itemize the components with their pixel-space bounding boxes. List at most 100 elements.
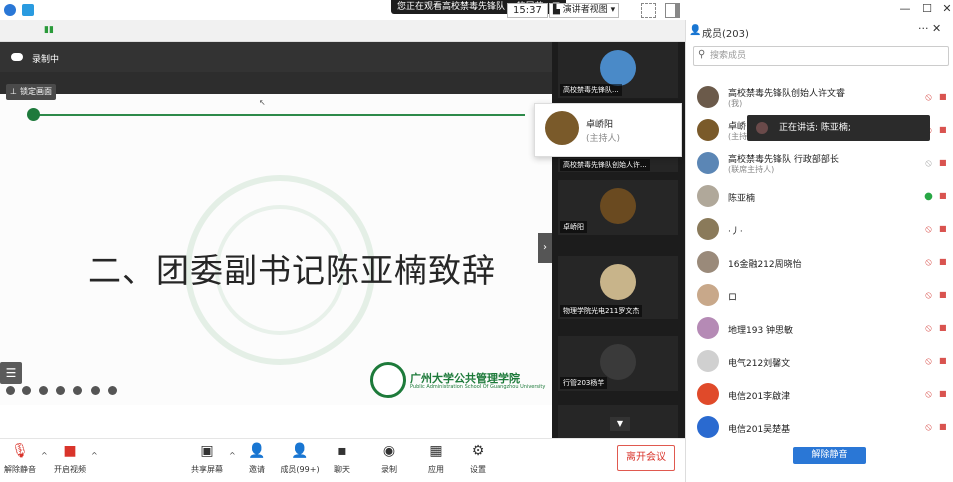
invite-button[interactable]: 👤 邀请 (235, 442, 279, 475)
video-tile[interactable]: 行管203杨芊 (558, 336, 678, 391)
camera-off-icon[interactable]: ■ (939, 389, 950, 398)
chevron-down-icon: ▾ (607, 5, 616, 15)
pointer-icon[interactable] (22, 386, 31, 395)
camera-off-icon[interactable]: ■ (939, 125, 950, 134)
more-icon[interactable]: ··· ✕ (918, 22, 941, 35)
leave-meeting-button[interactable]: 离开会议 (617, 445, 675, 471)
lock-screen-button[interactable]: ⊥ 锁定画面 (6, 84, 56, 100)
member-name: 电信201李啟津 (728, 392, 791, 402)
share-screen-button[interactable]: ▣ 共享屏幕 (185, 442, 229, 475)
camera-off-icon[interactable]: ■ (939, 290, 950, 299)
mic-icon[interactable]: ● (923, 190, 934, 203)
member-role: (主持 (728, 132, 748, 141)
mic-muted-icon[interactable]: ⦸ (923, 223, 934, 236)
select-icon[interactable] (56, 386, 65, 395)
camera-off-icon[interactable]: ■ (939, 191, 950, 200)
tile-name: 高校禁毒先锋队... (560, 84, 622, 96)
close-icon[interactable]: ✕ (940, 2, 953, 16)
member-search-input[interactable] (710, 49, 940, 63)
avatar (697, 86, 719, 108)
member-row[interactable]: 电信201吴楚基 ⦸ ■ (693, 411, 953, 444)
avatar (697, 383, 719, 405)
start-video-button[interactable]: ■ 开启视频 (48, 442, 92, 475)
fullscreen-icon[interactable] (641, 3, 656, 18)
info-icon[interactable] (4, 4, 16, 16)
apps-button[interactable]: ▦ 应用 (414, 442, 458, 475)
member-row[interactable]: 16金融212周晓怡 ⦸ ■ (693, 246, 953, 279)
video-tile[interactable]: 物理学院光电211罗文杰 (558, 256, 678, 319)
apps-label: 应用 (428, 465, 444, 474)
member-row[interactable]: ·丿· ⦸ ■ (693, 213, 953, 246)
mic-muted-icon[interactable]: ⦸ (923, 91, 934, 104)
member-row[interactable]: 地理193 钟思敏 ⦸ ■ (693, 312, 953, 345)
start-video-label: 开启视频 (54, 465, 86, 474)
rectangle-icon[interactable] (73, 386, 82, 395)
signal-icon[interactable]: ▮▮ (44, 25, 54, 35)
slide-progress-track[interactable] (33, 114, 525, 116)
record-button[interactable]: ◉ 录制 (367, 442, 411, 475)
mic-muted-icon[interactable]: ⦸ (923, 289, 934, 302)
video-tile[interactable]: 高校禁毒先锋队... (558, 42, 678, 98)
unmute-all-button[interactable]: 解除静音 (793, 447, 866, 464)
avatar (756, 122, 768, 134)
avatar (697, 416, 719, 438)
mic-muted-icon[interactable]: ⦸ (923, 256, 934, 269)
avatar (697, 251, 719, 273)
tile-name: 卓峤阳 (560, 221, 587, 233)
avatar (600, 50, 636, 86)
settings-button[interactable]: ⚙ 设置 (456, 442, 500, 475)
slide-list-icon[interactable]: ☰ (0, 362, 22, 384)
avatar (600, 344, 636, 380)
chat-label: 聊天 (334, 465, 350, 474)
chevron-up-icon[interactable]: ^ (91, 451, 99, 460)
video-tile[interactable]: 高校禁毒先锋队创始人许... (558, 158, 678, 172)
maximize-icon[interactable]: ☐ (920, 2, 934, 16)
mic-muted-icon[interactable]: ⦸ (923, 355, 934, 368)
meeting-clock: 15:37 (507, 3, 548, 18)
mic-muted-icon[interactable]: ⦸ (923, 157, 934, 170)
pen-icon[interactable] (39, 386, 48, 395)
camera-off-icon[interactable]: ■ (939, 158, 950, 167)
collapse-strip-icon[interactable]: › (538, 233, 552, 263)
shield-icon[interactable] (22, 4, 34, 16)
chevron-down-icon[interactable]: ▼ (610, 417, 630, 431)
mic-muted-icon[interactable]: ⦸ (923, 322, 934, 335)
slide-progress-knob[interactable] (27, 108, 40, 121)
slide-title: 二、团委副书记陈亚楠致辞 (88, 251, 496, 290)
camera-off-icon[interactable]: ■ (939, 224, 950, 233)
host-name: 卓峤阳 (586, 120, 614, 130)
minimize-icon[interactable]: — (898, 2, 912, 16)
members-button[interactable]: 👤 成员(99+) (278, 442, 322, 475)
member-row[interactable]: 高校禁毒先锋队 行政部部长 (联席主持人) ⦸ ■ (693, 147, 953, 180)
video-tile[interactable]: 卓峤阳 (558, 180, 678, 235)
unmute-button[interactable]: 🎙 解除静音 (0, 442, 42, 475)
camera-off-icon[interactable]: ■ (939, 323, 950, 332)
side-panel-icon[interactable] (665, 3, 680, 18)
camera-off-icon[interactable]: ■ (939, 257, 950, 266)
member-row[interactable]: 电信201李啟津 ⦸ ■ (693, 378, 953, 411)
member-row[interactable]: 高校禁毒先锋队创始人许文睿 (我) ⦸ ■ (693, 81, 953, 114)
member-row[interactable]: ロ ⦸ ■ (693, 279, 953, 312)
eraser-icon[interactable] (91, 386, 100, 395)
share-screen-icon: ▣ (200, 443, 214, 459)
member-row[interactable]: 陈亚楠 ● ■ (693, 180, 953, 213)
camera-off-icon[interactable]: ■ (939, 422, 950, 431)
annotate-icon[interactable] (6, 386, 15, 395)
member-row[interactable]: 电气212刘馨文 ⦸ ■ (693, 345, 953, 378)
chat-button[interactable]: ▪ 聊天 (320, 442, 364, 475)
tile-name: 高校禁毒先锋队创始人许... (560, 159, 650, 171)
member-role: (联席主持人) (728, 165, 775, 174)
settings-label: 设置 (470, 465, 486, 474)
mic-muted-icon[interactable]: ⦸ (923, 388, 934, 401)
view-mode-select[interactable]: ▙ 演讲者视图 ▾ (549, 3, 620, 18)
mic-muted-icon[interactable]: ⦸ (923, 421, 934, 434)
school-logo (370, 362, 406, 398)
record-icon: ◉ (382, 443, 396, 459)
avatar (600, 188, 636, 224)
camera-off-icon[interactable]: ■ (939, 92, 950, 101)
view-mode-label: 演讲者视图 (562, 5, 608, 15)
panel-title: 成员(203) (702, 29, 749, 40)
school-name-english: Public Administration School Of Guangzho… (410, 384, 546, 390)
camera-off-icon[interactable]: ■ (939, 356, 950, 365)
more-tools-icon[interactable] (108, 386, 117, 395)
